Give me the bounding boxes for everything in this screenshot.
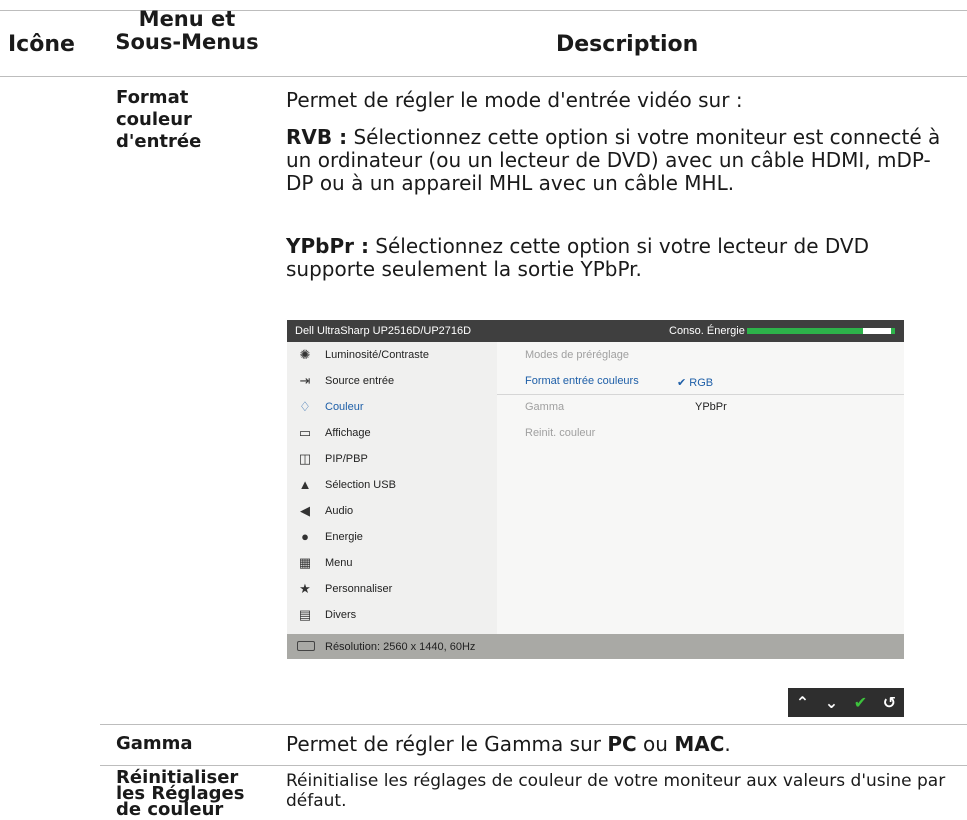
back-button[interactable]: ↺ bbox=[875, 688, 904, 717]
osd-submenu: Modes de préréglage Format entrée couleu… bbox=[497, 342, 904, 634]
osd-menu-label: Personnaliser bbox=[325, 583, 393, 595]
row-label-format: Format couleur d'entrée bbox=[116, 87, 201, 153]
osd-menu-label: Affichage bbox=[325, 427, 371, 439]
reset-top-rule bbox=[100, 765, 967, 766]
osd-menu-label: Source entrée bbox=[325, 375, 395, 387]
confirm-button[interactable]: ✔ bbox=[846, 688, 875, 717]
header-bottom-rule bbox=[0, 76, 967, 77]
brightness-icon: ✺ bbox=[299, 347, 311, 362]
others-icon: ▤ bbox=[298, 607, 312, 622]
star-icon: ★ bbox=[299, 581, 311, 596]
option-rgb[interactable]: ✔ RGB bbox=[677, 376, 713, 389]
up-button[interactable]: ⌃ bbox=[788, 688, 817, 717]
back-icon: ↺ bbox=[882, 693, 897, 712]
osd-menu-label: Luminosité/Contraste bbox=[325, 349, 429, 361]
osd-menu-item-others[interactable]: ▤ Divers bbox=[287, 602, 497, 628]
osd-menu-label: Divers bbox=[325, 609, 357, 621]
osd-menu: Dell UltraSharp UP2516D/UP2716D Conso. É… bbox=[287, 320, 904, 659]
display-icon: ▭ bbox=[298, 425, 312, 440]
osd-menu-item-usb[interactable]: ▲ Sélection USB bbox=[287, 472, 497, 498]
check-icon: ✔ bbox=[677, 377, 690, 389]
audio-icon: ◀ bbox=[300, 503, 310, 518]
osd-status-bar: Résolution: 2560 x 1440, 60Hz bbox=[287, 634, 904, 659]
row-label-format-1: Format bbox=[116, 87, 189, 108]
osd-main-menu: ✺ Luminosité/Contraste ⇥ Source entrée ♢… bbox=[287, 342, 497, 634]
gamma-text: Permet de régler le Gamma sur bbox=[286, 732, 608, 756]
osd-menu-label: Sélection USB bbox=[325, 479, 396, 491]
gamma-period: . bbox=[724, 732, 731, 756]
column-header-description: Description bbox=[556, 32, 699, 57]
option-rgb-label: RGB bbox=[689, 377, 714, 389]
ypbpr-text: Sélectionnez cette option si votre lecte… bbox=[286, 234, 870, 281]
column-header-menu: Menu et Sous-Menus bbox=[112, 8, 262, 54]
submenu-input-color-format[interactable]: Format entrée couleurs bbox=[525, 375, 639, 387]
input-source-icon: ⇥ bbox=[299, 373, 311, 388]
submenu-gamma[interactable]: Gamma bbox=[525, 401, 564, 413]
gamma-desc: Permet de régler le Gamma sur PC ou MAC. bbox=[286, 733, 946, 756]
up-icon: ⌃ bbox=[795, 693, 810, 712]
column-header-menu-line2: Sous-Menus bbox=[115, 30, 259, 54]
energy-meter bbox=[747, 328, 895, 334]
osd-menu-label: Menu bbox=[325, 557, 353, 569]
format-ypbpr-desc: YPbPr : Sélectionnez cette option si vot… bbox=[286, 235, 946, 281]
pip-icon: ◫ bbox=[298, 451, 312, 466]
row-label-reset: Réinitialiser les Réglages de couleur bbox=[116, 769, 244, 820]
down-button[interactable]: ⌄ bbox=[817, 688, 846, 717]
osd-menu-item-input-source[interactable]: ⇥ Source entrée bbox=[287, 368, 497, 394]
osd-model-name: Dell UltraSharp UP2516D/UP2716D bbox=[295, 325, 472, 337]
ypbpr-term: YPbPr : bbox=[286, 234, 369, 258]
osd-menu-item-brightness[interactable]: ✺ Luminosité/Contraste bbox=[287, 342, 497, 368]
osd-menu-item-menu[interactable]: ▦ Menu bbox=[287, 550, 497, 576]
osd-menu-label: Energie bbox=[325, 531, 363, 543]
reset-desc: Réinitialise les réglages de couleur de … bbox=[286, 771, 946, 811]
osd-menu-item-pip[interactable]: ◫ PIP/PBP bbox=[287, 446, 497, 472]
osd-menu-label: Couleur bbox=[325, 401, 364, 413]
gamma-pc: PC bbox=[607, 732, 637, 756]
osd-energy-label: Conso. Énergie bbox=[669, 325, 745, 337]
gamma-or: ou bbox=[636, 732, 675, 756]
rgb-term: RVB : bbox=[286, 125, 348, 149]
osd-menu-label: PIP/PBP bbox=[325, 453, 368, 465]
row-label-gamma: Gamma bbox=[116, 733, 193, 754]
check-icon: ✔ bbox=[853, 693, 868, 712]
submenu-reset-color[interactable]: Reinit. couleur bbox=[525, 427, 595, 439]
gamma-top-rule bbox=[100, 724, 967, 725]
gamma-mac: MAC bbox=[674, 732, 725, 756]
connector-icon bbox=[297, 641, 315, 651]
down-icon: ⌄ bbox=[824, 693, 839, 712]
option-ypbpr[interactable]: YPbPr bbox=[695, 401, 727, 413]
osd-menu-item-audio[interactable]: ◀ Audio bbox=[287, 498, 497, 524]
usb-icon: ▲ bbox=[298, 477, 312, 492]
osd-menu-item-personalize[interactable]: ★ Personnaliser bbox=[287, 576, 497, 602]
row-label-format-2: couleur bbox=[116, 109, 192, 130]
osd-menu-item-energy[interactable]: ● Energie bbox=[287, 524, 497, 550]
submenu-divider bbox=[497, 394, 904, 395]
format-intro: Permet de régler le mode d'entrée vidéo … bbox=[286, 88, 743, 112]
osd-title-bar: Dell UltraSharp UP2516D/UP2716D Conso. É… bbox=[287, 320, 904, 342]
energy-icon: ● bbox=[301, 529, 309, 544]
color-icon: ♢ bbox=[299, 399, 311, 414]
energy-meter-marker bbox=[863, 328, 891, 334]
submenu-preset-modes[interactable]: Modes de préréglage bbox=[525, 349, 629, 361]
column-header-menu-line1: Menu et bbox=[138, 7, 236, 31]
row-label-reset-3: de couleur bbox=[116, 799, 224, 820]
column-header-icon: Icône bbox=[8, 32, 75, 57]
rgb-text: Sélectionnez cette option si votre monit… bbox=[286, 125, 941, 195]
row-label-format-3: d'entrée bbox=[116, 131, 202, 152]
format-rgb-desc: RVB : Sélectionnez cette option si votre… bbox=[286, 126, 946, 195]
osd-resolution: Résolution: 2560 x 1440, 60Hz bbox=[325, 641, 476, 653]
osd-menu-item-display[interactable]: ▭ Affichage bbox=[287, 420, 497, 446]
osd-menu-item-color[interactable]: ♢ Couleur bbox=[287, 394, 497, 420]
menu-icon: ▦ bbox=[298, 555, 312, 570]
osd-menu-label: Audio bbox=[325, 505, 354, 517]
